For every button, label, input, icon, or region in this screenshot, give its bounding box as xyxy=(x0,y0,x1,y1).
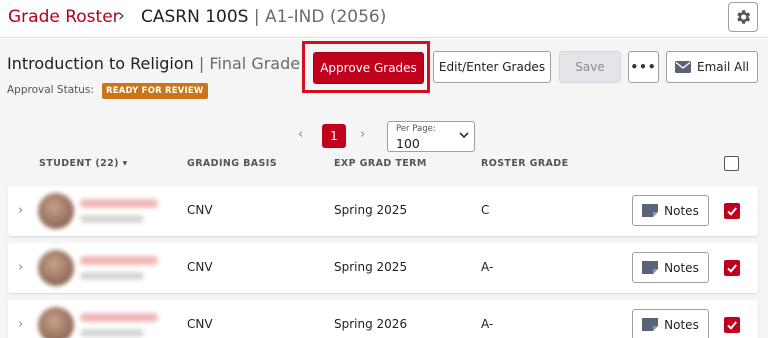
per-page-value: 100 xyxy=(396,136,420,151)
chevron-right-icon[interactable]: › xyxy=(18,317,23,332)
checkmark-icon xyxy=(727,321,737,330)
student-name-redacted xyxy=(80,313,158,322)
chevron-right-icon[interactable]: › xyxy=(18,203,23,218)
student-name-redacted xyxy=(80,199,158,208)
grading-basis-cell: CNV xyxy=(187,203,213,217)
gear-icon xyxy=(737,10,751,24)
notes-label: Notes xyxy=(664,203,699,218)
per-page-select[interactable]: Per Page: 100 xyxy=(387,121,475,152)
table-row[interactable]: › CNV Spring 2026 A- Notes xyxy=(8,300,758,338)
notes-label: Notes xyxy=(664,260,699,275)
save-button[interactable]: Save xyxy=(559,51,621,83)
exp-grad-term-cell: Spring 2025 xyxy=(334,203,408,217)
student-name-redacted xyxy=(80,256,158,265)
top-bar: Grade Roster › CASRN 100S | A1-IND (2056… xyxy=(0,0,768,38)
avatar xyxy=(38,250,74,286)
student-id-redacted xyxy=(80,329,144,337)
row-checkbox[interactable] xyxy=(724,203,740,219)
per-page-label: Per Page: xyxy=(396,124,436,134)
breadcrumb-separator: › xyxy=(118,6,125,26)
page-1-button[interactable]: 1 xyxy=(322,124,346,148)
column-header-student[interactable]: STUDENT (22) ▾ xyxy=(39,158,128,169)
note-icon xyxy=(642,318,659,331)
settings-button[interactable] xyxy=(728,2,758,32)
course-name: Introduction to Religion xyxy=(7,54,194,73)
roster-grade-cell: A- xyxy=(481,317,494,331)
exp-grad-term-cell: Spring 2025 xyxy=(334,260,408,274)
course-title: Introduction to Religion | Final Grade xyxy=(7,54,300,73)
approval-status-label: Approval Status: xyxy=(7,84,94,96)
notes-button[interactable]: Notes xyxy=(632,195,709,226)
course-code: CASRN 100S xyxy=(141,7,249,27)
checkmark-icon xyxy=(727,207,737,216)
row-checkbox[interactable] xyxy=(724,260,740,276)
edit-enter-grades-button[interactable]: Edit/Enter Grades xyxy=(433,51,551,83)
more-options-button[interactable]: ••• xyxy=(628,51,659,83)
student-id-redacted xyxy=(80,215,144,223)
column-header-grading-basis: GRADING BASIS xyxy=(187,158,277,169)
breadcrumb-course: CASRN 100S | A1-IND (2056) xyxy=(141,7,386,27)
next-page-button[interactable]: › xyxy=(360,127,365,142)
chevron-down-icon xyxy=(459,132,469,139)
avatar xyxy=(38,307,74,338)
note-icon xyxy=(642,204,659,217)
grading-basis-cell: CNV xyxy=(187,260,213,274)
roster-grade-cell: C xyxy=(481,203,490,217)
status-badge: READY FOR REVIEW xyxy=(102,83,208,99)
course-title-separator: | xyxy=(193,54,210,73)
exp-grad-term-cell: Spring 2026 xyxy=(334,317,408,331)
email-all-label: Email All xyxy=(697,60,749,74)
envelope-icon xyxy=(675,61,691,73)
table-row[interactable]: › CNV Spring 2025 C Notes xyxy=(8,186,758,236)
column-header-exp-grad-term: EXP GRAD TERM xyxy=(334,158,427,169)
student-id-redacted xyxy=(80,272,144,280)
table-row[interactable]: › CNV Spring 2025 A- Notes xyxy=(8,243,758,293)
notes-button[interactable]: Notes xyxy=(632,252,709,283)
course-separator: | xyxy=(248,7,266,27)
avatar xyxy=(38,193,74,229)
checkmark-icon xyxy=(727,264,737,273)
notes-label: Notes xyxy=(664,317,699,332)
breadcrumb-grade-roster[interactable]: Grade Roster xyxy=(8,7,120,27)
chevron-right-icon[interactable]: › xyxy=(18,260,23,275)
column-header-roster-grade: ROSTER GRADE xyxy=(481,158,569,169)
select-all-checkbox[interactable] xyxy=(724,156,739,171)
course-section: A1-IND (2056) xyxy=(265,7,387,27)
email-all-button[interactable]: Email All xyxy=(666,51,758,83)
approve-grades-button[interactable]: Approve Grades xyxy=(313,52,424,84)
grading-basis-cell: CNV xyxy=(187,317,213,331)
row-checkbox[interactable] xyxy=(724,317,740,333)
prev-page-button[interactable]: ‹ xyxy=(298,127,303,142)
note-icon xyxy=(642,261,659,274)
notes-button[interactable]: Notes xyxy=(632,309,709,338)
roster-grade-cell: A- xyxy=(481,260,494,274)
grade-type: Final Grade xyxy=(209,54,301,73)
